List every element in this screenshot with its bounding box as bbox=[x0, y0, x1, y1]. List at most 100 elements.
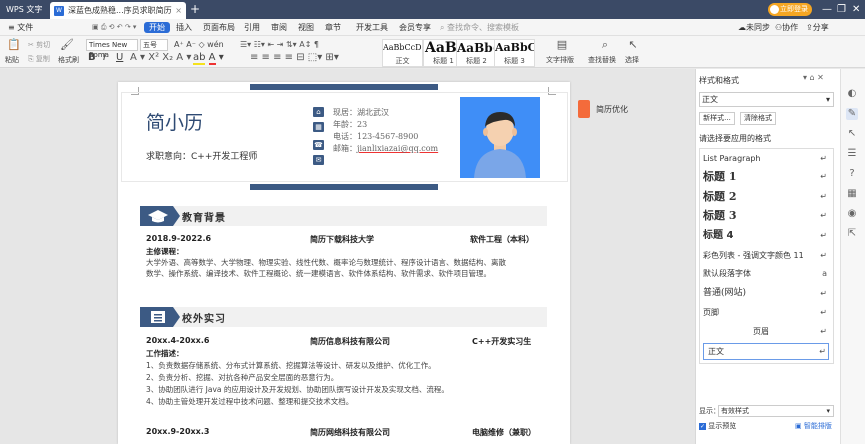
style-normal[interactable]: AaBbCcDd 正文 bbox=[382, 39, 423, 67]
style-brush-icon[interactable]: ◐ bbox=[846, 88, 858, 100]
style-list-item-selected[interactable]: 正文 ↵ bbox=[703, 343, 829, 360]
menu-file[interactable]: ≡ 文件 bbox=[8, 19, 33, 36]
menu-member[interactable]: 会员专享 bbox=[399, 19, 431, 36]
style-list-item[interactable]: 页脚 ↵ bbox=[703, 305, 829, 320]
style-heading-3[interactable]: AaBbC 标题 3 bbox=[494, 39, 535, 67]
internship-company[interactable]: 简历信息科技有限公司 bbox=[310, 336, 390, 347]
contact-location[interactable]: 现居：湖北武汉 bbox=[333, 107, 389, 118]
pen-icon[interactable]: ✎ bbox=[846, 108, 858, 120]
section-education-title[interactable]: 教育背景 bbox=[182, 209, 226, 224]
paste-icon[interactable]: 📋 bbox=[7, 39, 21, 51]
clear-format-button[interactable]: 清除格式 bbox=[740, 112, 776, 125]
select-label[interactable]: 选择 bbox=[625, 55, 639, 65]
contact-phone[interactable]: 电话：123-4567-8900 bbox=[333, 131, 418, 142]
resume-optimize-label[interactable]: 简历优化 bbox=[596, 104, 628, 115]
highlight-button[interactable]: ab A ▾ bbox=[193, 52, 224, 65]
location-icon[interactable]: ◉ bbox=[846, 208, 858, 220]
quick-access-icons[interactable]: ▣ ⎙ ⟲ ↶ ↷ ▾ bbox=[92, 19, 136, 36]
style-list-item[interactable]: 普通(网站) ↵ bbox=[703, 286, 829, 301]
close-tab-icon[interactable]: × bbox=[175, 2, 182, 19]
paste-label[interactable]: 粘贴 bbox=[5, 55, 19, 65]
internship2-company[interactable]: 简历网络科技有限公司 bbox=[310, 427, 390, 438]
app-tab[interactable]: WPS 文字 bbox=[0, 0, 46, 19]
menu-review[interactable]: 审阅 bbox=[271, 19, 287, 36]
help-icon[interactable]: ? bbox=[846, 168, 858, 180]
resume-optimize-icon[interactable] bbox=[578, 100, 590, 118]
new-tab-button[interactable]: + bbox=[190, 0, 200, 19]
work-desc-label[interactable]: 工作描述： bbox=[146, 348, 184, 360]
collab-button[interactable]: ⚇协作 bbox=[775, 19, 798, 36]
candidate-name[interactable]: 简小历 bbox=[146, 108, 203, 135]
font-name-select[interactable]: Times New Roma bbox=[86, 39, 138, 59]
font-effects-buttons[interactable]: A ▾ X² X₂ A ▾ bbox=[130, 53, 191, 63]
style-list-item[interactable]: 默认段落字体 a bbox=[703, 266, 829, 281]
underline-button[interactable]: U bbox=[116, 53, 123, 63]
close-window-button[interactable]: ✕ bbox=[852, 0, 860, 19]
menu-references[interactable]: 引用 bbox=[244, 19, 260, 36]
style-heading-2[interactable]: AaBb( 标题 2 bbox=[456, 39, 497, 67]
style-list-item[interactable]: 标题 3 ↵ bbox=[703, 208, 829, 223]
display-filter-select[interactable]: 有效样式 ▾ bbox=[718, 405, 834, 417]
profile-photo[interactable] bbox=[460, 97, 540, 178]
list-buttons[interactable]: ☰▾ ☷▾ ⇤ ⇥ ⇅▾ A↕ ¶ bbox=[240, 40, 319, 50]
menu-page-layout[interactable]: 页面布局 bbox=[203, 19, 235, 36]
internship2-date[interactable]: 20xx.9-20xx.3 bbox=[146, 427, 209, 436]
internship-position[interactable]: C++开发实习生 bbox=[472, 336, 531, 347]
text-layout-icon[interactable]: ▤ bbox=[555, 39, 569, 51]
format-painter-icon[interactable]: 🖌 bbox=[60, 39, 74, 51]
work-desc-item-4[interactable]: 4、协助主管处理开发过程中技术问题、整理和提交技术文档。 bbox=[146, 396, 353, 408]
internship-date[interactable]: 20xx.4-20xx.6 bbox=[146, 336, 209, 345]
education-major[interactable]: 软件工程（本科） bbox=[470, 234, 534, 245]
style-list-item[interactable]: List Paragraph ↵ bbox=[703, 151, 829, 166]
style-list-item[interactable]: 彩色列表 - 强调文字颜色 11 ↵ bbox=[703, 248, 829, 263]
find-replace-label[interactable]: 查找替换 bbox=[588, 55, 616, 65]
share-button[interactable]: ⇪分享 bbox=[806, 19, 829, 36]
internship2-position[interactable]: 电脑维修（兼职） bbox=[472, 427, 536, 438]
sliders-icon[interactable]: ☰ bbox=[846, 148, 858, 160]
work-desc-item-3[interactable]: 3、协助团队进行 Java 的应用设计及开发规划、协助团队撰写设计开发及实现文档… bbox=[146, 384, 449, 396]
cut-button[interactable]: ✂ 剪切 bbox=[28, 40, 50, 50]
minimize-button[interactable]: — bbox=[822, 0, 832, 19]
italic-button[interactable]: I bbox=[103, 53, 106, 63]
menu-developer[interactable]: 开发工具 bbox=[356, 19, 388, 36]
copy-button[interactable]: ⎘ 复制 bbox=[28, 54, 50, 64]
login-button[interactable]: 立即登录 bbox=[768, 3, 812, 16]
menu-insert[interactable]: 插入 bbox=[176, 19, 192, 36]
style-list-item[interactable]: 标题 2 ↵ bbox=[703, 189, 829, 204]
expand-icon[interactable]: ⇱ bbox=[846, 228, 858, 240]
menu-section[interactable]: 章节 bbox=[325, 19, 341, 36]
menu-view[interactable]: 视图 bbox=[298, 19, 314, 36]
preview-checkbox[interactable]: ✓ 显示预览 bbox=[699, 421, 736, 431]
align-buttons[interactable]: ≡ ≡ ≡ ≡ ⊟ ⬚▾ ⊞▾ bbox=[250, 53, 339, 63]
cursor-icon[interactable]: ↖ bbox=[846, 128, 858, 140]
bold-button[interactable]: B bbox=[88, 53, 96, 63]
current-style-select[interactable]: 正文 ▾ bbox=[699, 92, 834, 107]
document-tab[interactable]: W 深蓝色成熟稳...序员求职简历 × bbox=[50, 2, 186, 19]
style-list-item[interactable]: 页眉 ↵ bbox=[703, 324, 829, 339]
new-style-button[interactable]: 新样式... bbox=[699, 112, 735, 125]
find-replace-icon[interactable]: ⌕ bbox=[598, 39, 612, 51]
grid-icon[interactable]: ▦ bbox=[846, 188, 858, 200]
menu-home[interactable]: 开始 bbox=[144, 22, 170, 33]
courses-line-2[interactable]: 数学、操作系统、编译技术、软件工程概论、统一建模语言、软件体系结构、软件需求、软… bbox=[146, 268, 491, 280]
style-list-item[interactable]: 标题 4 ↵ bbox=[703, 228, 829, 243]
font-size-controls[interactable]: A⁺ A⁻ ◇ wén bbox=[174, 40, 224, 50]
sync-status[interactable]: ☁未同步 bbox=[738, 19, 770, 36]
text-layout-label[interactable]: 文字排版 bbox=[546, 55, 574, 65]
job-intent[interactable]: 求职意向：C++开发工程师 bbox=[146, 149, 257, 162]
work-desc-item-1[interactable]: 1、负责数据存储系统、分布式计算系统、挖掘算法等设计、研发以及维护、优化工作。 bbox=[146, 360, 436, 372]
command-search[interactable]: ⌕ 查找命令、搜索模板 bbox=[440, 19, 519, 36]
maximize-button[interactable]: ❐ bbox=[837, 0, 846, 19]
contact-age[interactable]: 年龄：23 bbox=[333, 119, 367, 130]
contact-email[interactable]: 邮箱：jianlixiazai@qq.com bbox=[333, 143, 438, 154]
style-list-item[interactable]: 标题 1 ↵ bbox=[703, 169, 829, 184]
education-date[interactable]: 2018.9-2022.6 bbox=[146, 234, 211, 243]
select-cursor-icon[interactable]: ↖ bbox=[626, 39, 640, 51]
font-size-select[interactable]: 五号 bbox=[140, 39, 168, 51]
work-desc-item-2[interactable]: 2、负责分析、挖掘、对抗各种产品安全层面的恶意行为。 bbox=[146, 372, 338, 384]
smart-layout-button[interactable]: ▣ 智能排版 bbox=[795, 421, 832, 431]
education-school[interactable]: 简历下载科技大学 bbox=[310, 234, 374, 245]
section-internship-title[interactable]: 校外实习 bbox=[182, 310, 226, 325]
panel-controls-icons[interactable]: ▾ ⌂ ✕ bbox=[803, 73, 824, 82]
format-painter-label[interactable]: 格式刷 bbox=[58, 55, 79, 65]
